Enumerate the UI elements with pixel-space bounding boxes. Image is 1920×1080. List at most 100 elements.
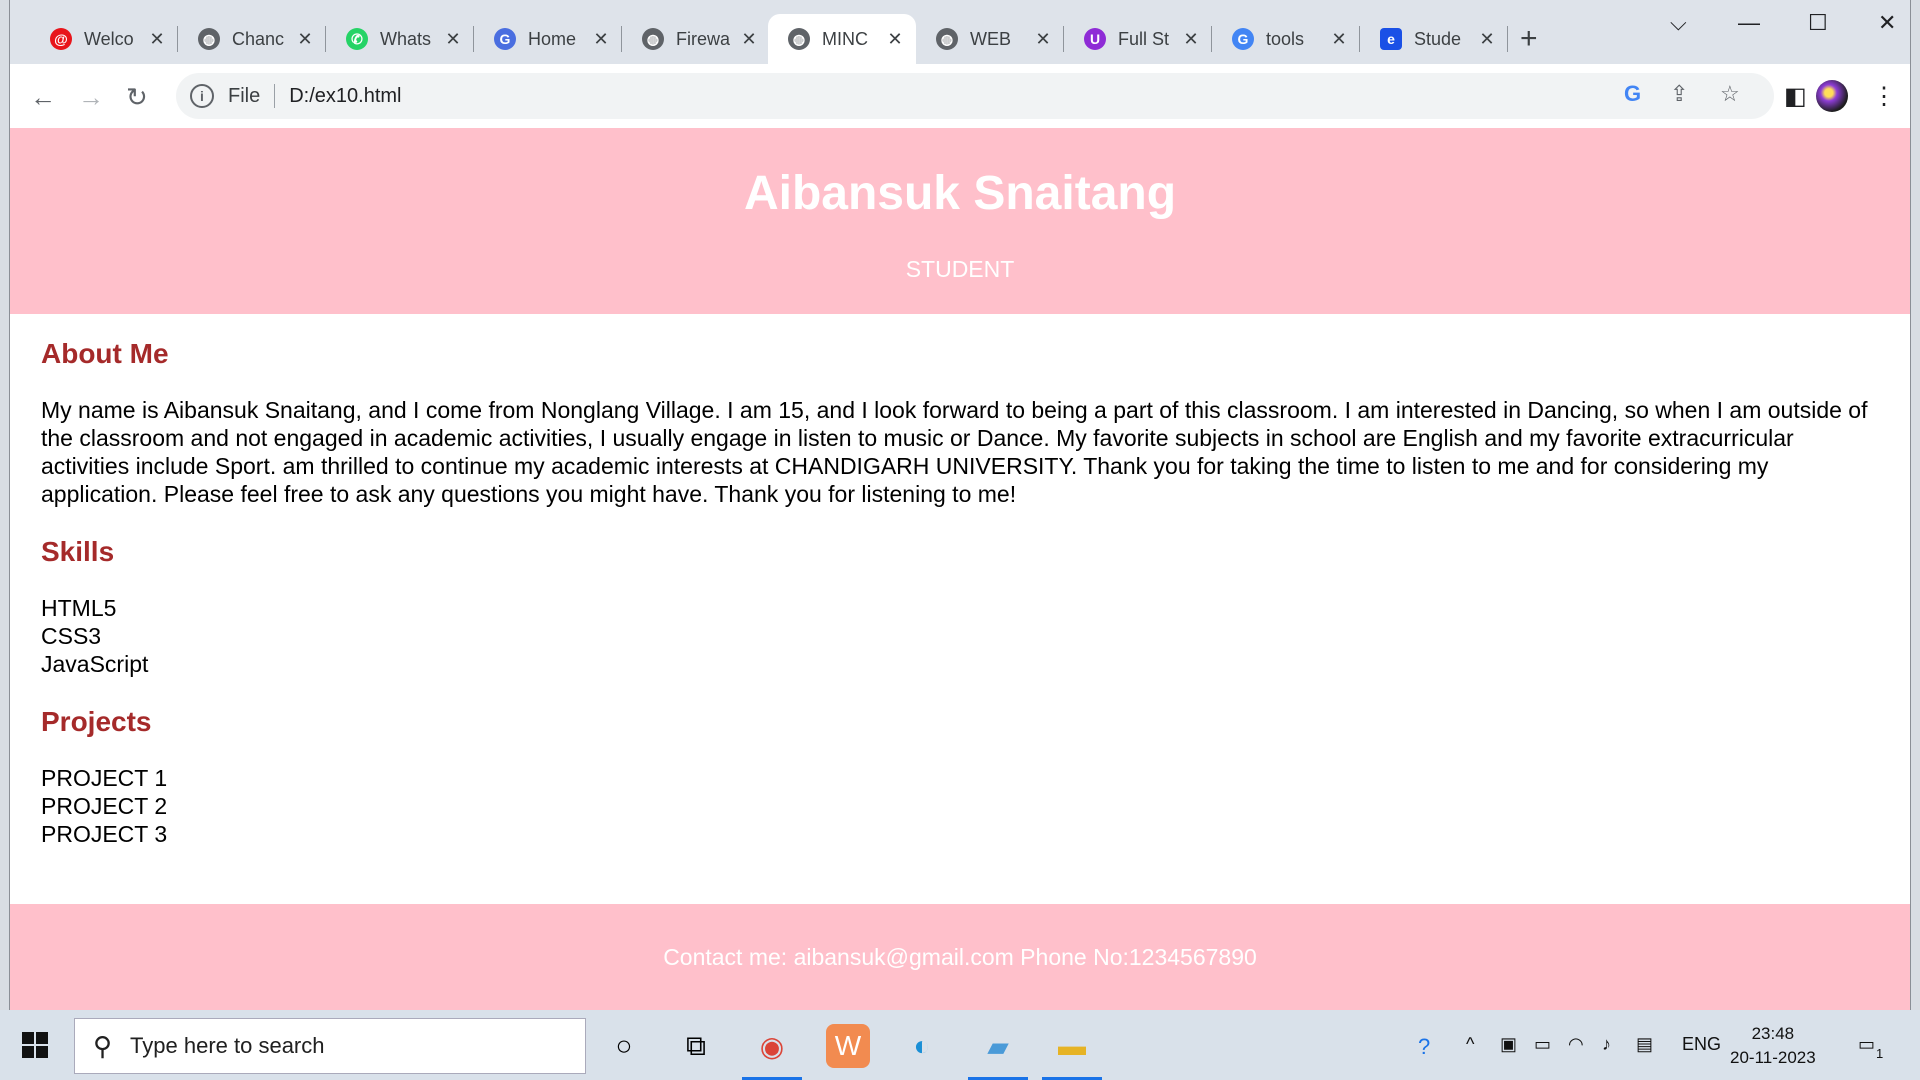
at-sign-icon: @	[50, 28, 72, 50]
globe-icon: ◍	[642, 28, 664, 50]
search-placeholder: Type here to search	[130, 1033, 325, 1058]
about-heading: About Me	[41, 338, 169, 369]
tab-label: Welco	[84, 28, 134, 49]
list-item: PROJECT 3	[41, 821, 168, 847]
close-icon[interactable]: ✕	[590, 29, 612, 50]
u-badge-icon: U	[1084, 28, 1106, 50]
close-icon[interactable]: ✕	[146, 29, 168, 50]
page-title: Aibansuk Snaitang	[743, 167, 1177, 220]
tab-tools[interactable]: G tools ✕	[1212, 14, 1360, 64]
page-footer: Contact me: aibansuk@gmail.com Phone No:…	[10, 904, 1910, 1010]
file-explorer-icon[interactable]: ▬	[1042, 1024, 1102, 1080]
home-site-icon: G	[494, 28, 516, 50]
reload-icon[interactable]: ↻	[126, 82, 148, 113]
close-window-button[interactable]: ✕	[1878, 10, 1896, 36]
web-page: Aibansuk Snaitang STUDENT About Me My na…	[10, 128, 1910, 1010]
clock[interactable]: 23:48 20-11-2023	[1730, 1022, 1816, 1070]
list-item: JavaScript	[41, 651, 149, 677]
whatsapp-icon: ✆	[346, 28, 368, 50]
forward-icon[interactable]: →	[78, 82, 104, 113]
task-view-icon[interactable]: ⧉	[674, 1024, 718, 1068]
tab-welcome[interactable]: @ Welco ✕	[30, 14, 178, 64]
chevron-up-icon[interactable]: ^	[1466, 1034, 1474, 1055]
projects-heading: Projects	[41, 706, 152, 737]
tab-label: Chanc	[232, 28, 285, 49]
close-icon[interactable]: ✕	[1328, 29, 1350, 50]
close-icon[interactable]: ✕	[294, 29, 316, 50]
tab-minc-active[interactable]: ◍ MINC ✕	[768, 14, 916, 64]
tab-student[interactable]: e Stude ✕	[1360, 14, 1508, 64]
share-icon[interactable]: ⇪	[1670, 81, 1688, 107]
google-lens-icon[interactable]: G	[1624, 81, 1641, 107]
site-info-icon[interactable]: i	[190, 84, 214, 108]
globe-icon: ◍	[198, 28, 220, 50]
notification-badge: 1	[1876, 1046, 1884, 1061]
divider	[274, 84, 276, 108]
tab-web[interactable]: ◍ WEB ✕	[916, 14, 1064, 64]
menu-kebab-icon[interactable]: ⋮	[1872, 82, 1896, 111]
maximize-button[interactable]: ☐	[1808, 10, 1828, 36]
edge-icon[interactable]: ◐	[900, 1024, 944, 1068]
tab-home[interactable]: G Home ✕	[474, 14, 622, 64]
tab-label: tools	[1266, 28, 1305, 49]
tab-label: Full St	[1118, 28, 1170, 49]
skills-list: HTML5 CSS3 JavaScript	[41, 594, 1871, 678]
contact-text: Contact me: aibansuk@gmail.com Phone No:…	[663, 944, 1257, 970]
tab-label: MINC	[822, 28, 868, 49]
chrome-icon[interactable]: ◉	[742, 1024, 802, 1080]
close-icon[interactable]: ✕	[738, 29, 760, 50]
tab-label: Firewa	[676, 28, 730, 49]
tab-full-stack[interactable]: U Full St ✕	[1064, 14, 1212, 64]
meet-now-icon[interactable]: ▣	[1500, 1034, 1517, 1055]
close-icon[interactable]: ✕	[442, 29, 464, 50]
close-icon[interactable]: ✕	[1180, 29, 1202, 50]
google-icon: G	[1232, 28, 1254, 50]
list-item: PROJECT 2	[41, 793, 168, 819]
tab-search-chevron-icon[interactable]: ⌵	[1670, 10, 1687, 36]
language-indicator[interactable]: ENG	[1682, 1034, 1721, 1055]
side-panel-icon[interactable]: ◧	[1784, 82, 1807, 111]
tab-whatsapp[interactable]: ✆ Whats ✕	[326, 14, 474, 64]
cortana-icon[interactable]: ○	[602, 1024, 646, 1068]
page-header: Aibansuk Snaitang STUDENT	[10, 128, 1910, 314]
bookmark-star-icon[interactable]: ☆	[1720, 81, 1740, 107]
globe-icon: ◍	[936, 28, 958, 50]
address-bar[interactable]: i File D:/ex10.html G ⇪ ☆	[176, 73, 1774, 119]
list-item: CSS3	[41, 623, 102, 649]
tab-firewall[interactable]: ◍ Firewa ✕	[622, 14, 770, 64]
e-badge-icon: e	[1380, 28, 1402, 50]
taskbar-search[interactable]: ⚲ Type here to search	[74, 1018, 586, 1074]
close-icon[interactable]: ✕	[884, 29, 906, 50]
security-icon[interactable]: ▤	[1636, 1034, 1653, 1055]
wps-office-icon[interactable]: W	[826, 1024, 870, 1068]
scheme-label: File	[228, 84, 261, 107]
main-content: About Me My name is Aibansuk Snaitang, a…	[41, 338, 1871, 848]
close-icon[interactable]: ✕	[1032, 29, 1054, 50]
about-paragraph: My name is Aibansuk Snaitang, and I come…	[41, 397, 1868, 507]
close-icon[interactable]: ✕	[1476, 29, 1498, 50]
browser-window: @ Welco ✕ ◍ Chanc ✕ ✆ Whats ✕ G Home ✕ ◍…	[10, 0, 1910, 1010]
wifi-icon[interactable]: ◠	[1568, 1034, 1584, 1055]
list-item: PROJECT 1	[41, 765, 168, 791]
date-text: 20-11-2023	[1730, 1048, 1816, 1067]
notepad-icon[interactable]: ▰	[968, 1024, 1028, 1080]
new-tab-button[interactable]: +	[1520, 22, 1538, 56]
tab-label: Stude	[1414, 28, 1462, 49]
tab-chandigarh[interactable]: ◍ Chanc ✕	[178, 14, 326, 64]
windows-start-icon[interactable]	[22, 1032, 48, 1058]
list-item: HTML5	[41, 595, 117, 621]
profile-avatar[interactable]	[1816, 80, 1848, 112]
notification-icon[interactable]: ▭	[1858, 1034, 1875, 1055]
projects-list: PROJECT 1 PROJECT 2 PROJECT 3	[41, 764, 1871, 848]
url-text[interactable]: D:/ex10.html	[289, 85, 401, 108]
taskbar: ⚲ Type here to search ○ ⧉ ◉ W ◐ ▰ ▬ ? ^ …	[0, 1010, 1920, 1080]
volume-icon[interactable]: ♪	[1602, 1034, 1611, 1055]
minimize-button[interactable]: —	[1738, 10, 1760, 36]
search-icon: ⚲	[93, 1030, 113, 1061]
skills-heading: Skills	[41, 536, 115, 567]
help-icon[interactable]: ?	[1418, 1034, 1430, 1060]
back-icon[interactable]: ←	[30, 82, 56, 113]
tab-label: Whats	[380, 28, 432, 49]
time-text: 23:48	[1751, 1024, 1795, 1043]
battery-icon[interactable]: ▭	[1534, 1034, 1551, 1055]
